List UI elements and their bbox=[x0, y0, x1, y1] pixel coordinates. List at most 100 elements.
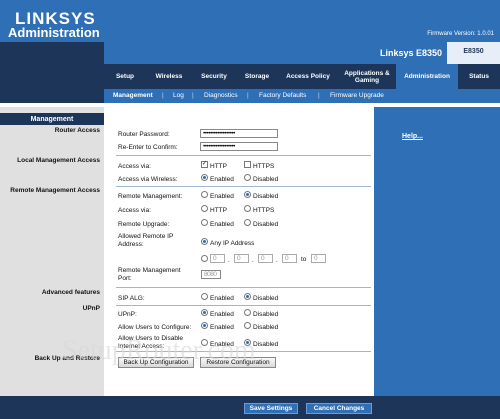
save-settings-button[interactable]: Save Settings bbox=[244, 403, 298, 414]
subtab-diagnostics[interactable]: Diagnostics bbox=[204, 92, 238, 99]
divider bbox=[116, 155, 371, 156]
tab-applications-gaming[interactable]: Applications & Gaming bbox=[338, 64, 396, 89]
tab-setup[interactable]: Setup bbox=[104, 64, 146, 89]
help-panel bbox=[374, 107, 500, 396]
cancel-changes-button[interactable]: Cancel Changes bbox=[306, 403, 372, 414]
upnp-configure-label: Allow Users to Configure: bbox=[118, 324, 192, 331]
sip-alg-enabled-radio[interactable] bbox=[201, 293, 208, 300]
section-router-access: Router Access bbox=[54, 127, 100, 134]
local-https-checkbox[interactable] bbox=[244, 161, 251, 168]
model-code-box: E8350 bbox=[447, 42, 500, 64]
router-password-field[interactable]: •••••••••••••••••• bbox=[200, 129, 278, 138]
sidebar-header-label: Management bbox=[30, 116, 74, 123]
disabled-label: Disabled bbox=[253, 324, 279, 331]
subtab-management[interactable]: Management bbox=[113, 92, 153, 99]
remote-upgrade-enabled-radio[interactable] bbox=[201, 219, 208, 226]
remote-upgrade-label: Remote Upgrade: bbox=[118, 221, 170, 228]
reenter-password-label: Re-Enter to Confirm: bbox=[118, 144, 178, 151]
upnp-configure-disabled-radio[interactable] bbox=[244, 322, 251, 329]
model-name: Linksys E8350 bbox=[379, 48, 442, 58]
enabled-label: Enabled bbox=[210, 324, 234, 331]
tab-storage[interactable]: Storage bbox=[236, 64, 278, 89]
ip-octet-2[interactable]: 0 bbox=[234, 254, 249, 263]
upnp-disable-enabled-radio[interactable] bbox=[201, 339, 208, 346]
sip-alg-disabled-radio[interactable] bbox=[244, 293, 251, 300]
local-wireless-enabled-radio[interactable] bbox=[201, 174, 208, 181]
model-bar: Linksys E8350 bbox=[104, 42, 447, 64]
any-ip-radio[interactable] bbox=[201, 238, 208, 245]
subtab-log[interactable]: Log bbox=[173, 92, 184, 99]
divider bbox=[116, 186, 371, 187]
local-wireless-disabled-radio[interactable] bbox=[244, 174, 251, 181]
section-backup-restore: Back Up and Restore bbox=[34, 355, 100, 362]
enabled-label: Enabled bbox=[210, 295, 234, 302]
ip-to-label: to bbox=[301, 256, 307, 263]
local-wireless-label: Access via Wireless: bbox=[118, 176, 178, 183]
divider bbox=[116, 287, 371, 288]
disabled-label: Disabled bbox=[253, 221, 279, 228]
ip-octet-1[interactable]: 0 bbox=[210, 254, 225, 263]
local-access-via-label: Access via: bbox=[118, 163, 151, 170]
subtab-firmware-upgrade[interactable]: Firmware Upgrade bbox=[330, 92, 384, 99]
divider bbox=[116, 351, 371, 352]
backup-configuration-button[interactable]: Back Up Configuration bbox=[118, 357, 194, 368]
enabled-label: Enabled bbox=[210, 221, 234, 228]
reenter-password-field[interactable]: •••••••••••••••••• bbox=[200, 142, 278, 151]
upnp-disable-disabled-radio[interactable] bbox=[244, 339, 251, 346]
disabled-label: Disabled bbox=[253, 193, 279, 200]
remote-http-radio[interactable] bbox=[201, 205, 208, 212]
tab-wireless[interactable]: Wireless bbox=[146, 64, 192, 89]
firmware-version: Firmware Version: 1.0.01 bbox=[427, 31, 494, 37]
divider bbox=[116, 305, 371, 306]
model-code: E8350 bbox=[463, 48, 484, 55]
local-http-label: HTTP bbox=[210, 163, 227, 170]
page-title-block bbox=[0, 42, 104, 106]
main-tabs: Setup Wireless Security Storage Access P… bbox=[104, 64, 500, 89]
remote-https-label: HTTPS bbox=[253, 207, 275, 214]
router-admin-page: LINKSYS Firmware Version: 1.0.01 Adminis… bbox=[0, 0, 500, 419]
router-password-label: Router Password: bbox=[118, 131, 170, 138]
enabled-label: Enabled bbox=[210, 176, 234, 183]
enabled-label: Enabled bbox=[210, 193, 234, 200]
local-http-checkbox[interactable]: ✓ bbox=[201, 161, 208, 168]
ip-octet-4[interactable]: 0 bbox=[282, 254, 297, 263]
restore-configuration-button[interactable]: Restore Configuration bbox=[200, 357, 276, 368]
section-sidebar bbox=[0, 107, 104, 419]
upnp-disabled-radio[interactable] bbox=[244, 309, 251, 316]
remote-port-label: Remote Management Port: bbox=[118, 267, 181, 282]
remote-upgrade-disabled-radio[interactable] bbox=[244, 219, 251, 226]
remote-management-disabled-radio[interactable] bbox=[244, 191, 251, 198]
tab-access-policy[interactable]: Access Policy bbox=[278, 64, 338, 89]
local-https-label: HTTPS bbox=[253, 163, 275, 170]
tab-status[interactable]: Status bbox=[458, 64, 500, 89]
any-ip-label: Any IP Address bbox=[210, 240, 255, 247]
subtab-separator: | bbox=[247, 92, 249, 99]
ip-range-end[interactable]: 0 bbox=[311, 254, 326, 263]
help-link[interactable]: Help... bbox=[402, 133, 423, 140]
remote-https-radio[interactable] bbox=[244, 205, 251, 212]
sub-tabs: Management | Log | Diagnostics | Factory… bbox=[104, 89, 500, 103]
disabled-label: Disabled bbox=[253, 176, 279, 183]
upnp-disable-internet-label: Allow Users to Disable Internet Access: bbox=[118, 335, 184, 350]
section-remote-management: Remote Management Access bbox=[10, 187, 100, 194]
enabled-label: Enabled bbox=[210, 341, 234, 348]
subtab-separator: | bbox=[192, 92, 194, 99]
remote-http-label: HTTP bbox=[210, 207, 227, 214]
section-local-management: Local Management Access bbox=[17, 157, 100, 164]
upnp-enabled-radio[interactable] bbox=[201, 309, 208, 316]
upnp-configure-enabled-radio[interactable] bbox=[201, 322, 208, 329]
remote-management-enabled-radio[interactable] bbox=[201, 191, 208, 198]
sip-alg-label: SIP ALG: bbox=[118, 295, 145, 302]
disabled-label: Disabled bbox=[253, 341, 279, 348]
remote-port-field[interactable]: 8080 bbox=[201, 270, 221, 279]
subtab-separator: | bbox=[162, 92, 164, 99]
subtab-factory-defaults[interactable]: Factory Defaults bbox=[259, 92, 306, 99]
tab-administration[interactable]: Administration bbox=[396, 64, 458, 89]
allowed-remote-ip-label: Allowed Remote IP Address: bbox=[118, 233, 174, 248]
tab-security[interactable]: Security bbox=[192, 64, 236, 89]
ip-octet-3[interactable]: 0 bbox=[258, 254, 273, 263]
section-advanced-features: Advanced features bbox=[41, 289, 100, 296]
disabled-label: Disabled bbox=[253, 311, 279, 318]
section-upnp: UPnP bbox=[82, 305, 100, 312]
ip-range-radio[interactable] bbox=[201, 255, 208, 262]
